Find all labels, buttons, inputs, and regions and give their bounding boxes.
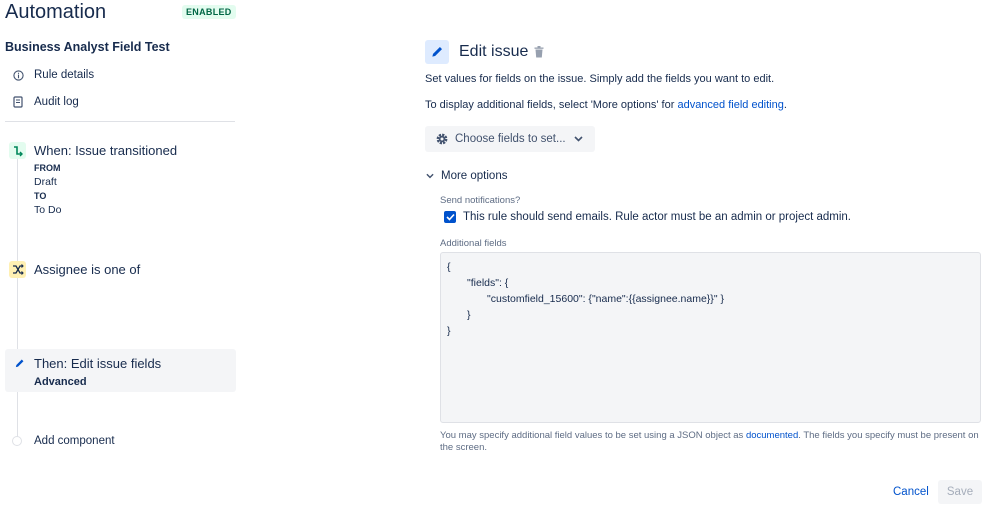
trigger-to-label: TO	[34, 191, 47, 201]
sidebar-item-label: Rule details	[34, 69, 95, 81]
cancel-button[interactable]: Cancel	[885, 482, 937, 502]
add-dot-icon	[12, 436, 22, 446]
add-component-label: Add component	[34, 435, 115, 447]
save-button[interactable]: Save	[938, 480, 982, 504]
help-text: You may specify additional field values …	[440, 430, 985, 454]
panel-title: Edit issue	[459, 43, 529, 60]
trigger-to-value: To Do	[34, 204, 62, 216]
trash-icon[interactable]	[533, 45, 545, 59]
chevron-down-icon	[426, 173, 434, 179]
more-options-label: More options	[441, 170, 508, 182]
transition-icon	[9, 142, 26, 159]
rule-name: Business Analyst Field Test	[5, 40, 170, 54]
trigger-from-value: Draft	[34, 176, 57, 188]
pencil-icon	[425, 40, 449, 64]
more-options-toggle[interactable]: More options	[426, 170, 507, 182]
advanced-field-editing-link[interactable]: advanced field editing	[677, 99, 783, 111]
more-info-prefix: To display additional fields, select 'Mo…	[425, 99, 678, 111]
trigger-title: When: Issue transitioned	[34, 143, 178, 158]
additional-fields-editor[interactable]: { "fields": { "customfield_15600": {"nam…	[440, 252, 981, 423]
panel-description: Set values for fields on the issue. Simp…	[425, 73, 775, 85]
action-component[interactable]: Then: Edit issue fields Advanced	[5, 349, 236, 392]
divider	[5, 121, 235, 122]
more-info-suffix: .	[783, 99, 787, 111]
more-info-text: To display additional fields, select 'Mo…	[425, 99, 787, 111]
flow-connector	[17, 158, 18, 438]
choose-fields-label: Choose fields to set...	[455, 133, 566, 145]
json-line: }	[447, 325, 451, 337]
status-badge: ENABLED	[182, 5, 236, 19]
sidebar-item-audit-log[interactable]: Audit log	[12, 96, 79, 108]
json-line: {	[447, 261, 451, 273]
send-notifications-row: This rule should send emails. Rule actor…	[444, 211, 851, 223]
action-title: Then: Edit issue fields	[34, 356, 162, 371]
chevron-down-icon	[574, 136, 583, 142]
send-notifications-checkbox[interactable]	[444, 211, 456, 223]
json-line: "fields": {	[467, 277, 509, 289]
pencil-icon	[11, 355, 28, 372]
gear-icon	[435, 132, 449, 146]
additional-fields-label: Additional fields	[440, 238, 507, 249]
send-notifications-label: Send notifications?	[440, 195, 521, 206]
document-icon	[12, 96, 24, 108]
page-title: Automation	[5, 1, 107, 23]
trigger-from-label: FROM	[34, 163, 61, 173]
add-component-button[interactable]: Add component	[12, 435, 115, 447]
shuffle-icon	[9, 261, 26, 278]
documented-link[interactable]: documented	[746, 430, 798, 441]
json-line: "customfield_15600": {"name":{{assignee.…	[487, 293, 724, 305]
json-line: }	[467, 309, 471, 321]
choose-fields-button[interactable]: Choose fields to set...	[425, 126, 595, 152]
sidebar-item-label: Audit log	[34, 96, 79, 108]
condition-title: Assignee is one of	[34, 262, 141, 277]
info-icon	[12, 69, 24, 81]
help-prefix: You may specify additional field values …	[440, 430, 746, 441]
action-subtitle: Advanced	[34, 376, 87, 388]
sidebar-item-rule-details[interactable]: Rule details	[12, 69, 94, 81]
send-notifications-text: This rule should send emails. Rule actor…	[463, 211, 851, 223]
